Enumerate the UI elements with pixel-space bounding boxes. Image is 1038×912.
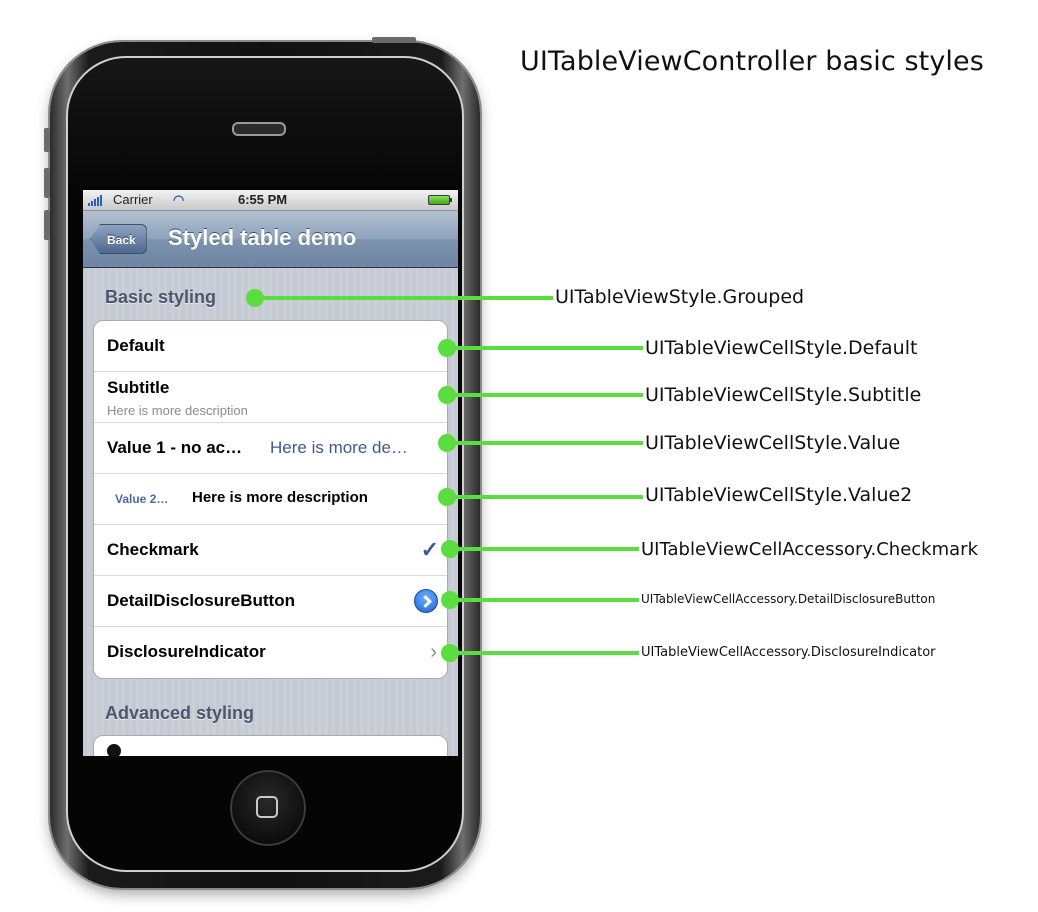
callout-dot-value (438, 434, 456, 452)
callout-label-disclosure-indicator: UITableViewCellAccessory.DisclosureIndic… (641, 645, 936, 660)
callout-dot-subtitle (438, 386, 456, 404)
callout-dot-detail-disclosure (441, 591, 459, 609)
callout-label-detail-disclosure: UITableViewCellAccessory.DetailDisclosur… (641, 592, 936, 606)
callout-label-value2: UITableViewCellStyle.Value2 (645, 484, 913, 506)
callout-dot-checkmark (441, 540, 459, 558)
callout-label-grouped: UITableViewStyle.Grouped (555, 286, 805, 308)
callout-dot-value2 (438, 488, 456, 506)
callout-lines (246, 289, 643, 662)
callout-dot-default (438, 339, 456, 357)
callout-label-subtitle: UITableViewCellStyle.Subtitle (645, 384, 922, 406)
callout-dot-grouped (246, 289, 264, 307)
callout-dot-disclosure-indicator (441, 644, 459, 662)
callout-label-value: UITableViewCellStyle.Value (645, 432, 901, 454)
callout-label-default: UITableViewCellStyle.Default (645, 337, 918, 359)
callout-label-checkmark: UITableViewCellAccessory.Checkmark (641, 539, 978, 560)
